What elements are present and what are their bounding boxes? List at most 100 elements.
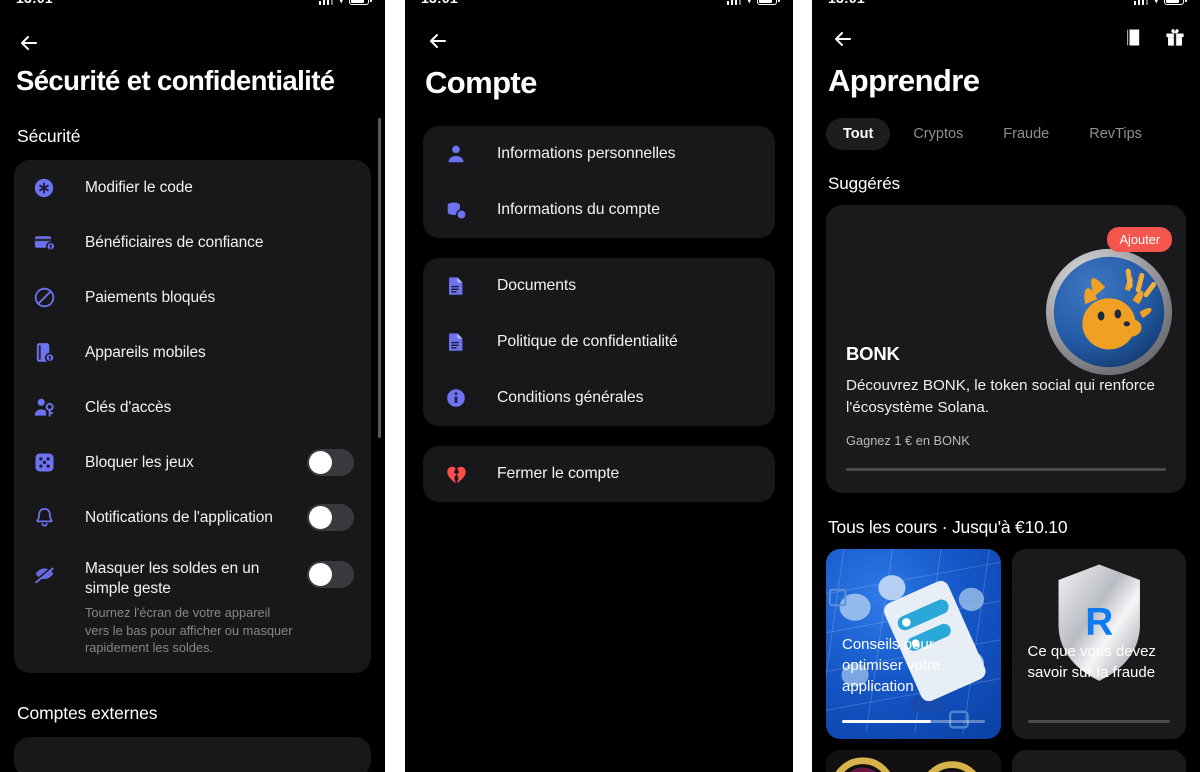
- external-accounts-card[interactable]: [14, 736, 371, 772]
- course-title: Ce que vous devez savoir sur la fraude: [1027, 643, 1156, 681]
- row-sublabel: Tournez l'écran de votre appareil vers l…: [85, 605, 293, 655]
- security-privacy-screen: 13:01 ▾ Sécurité et confidentialité Sécu…: [0, 0, 385, 772]
- row-label: Informations du compte: [497, 201, 660, 218]
- row-label: Politique de confidentialité: [497, 333, 678, 350]
- person-icon: [443, 141, 469, 167]
- promo-description: Découvrez BONK, le token social qui renf…: [846, 377, 1155, 416]
- course-card-fraude[interactable]: R Ce que vous devez savoir sur la fraude: [1011, 549, 1186, 739]
- row-label: Modifier le code: [85, 178, 193, 196]
- status-time: 13:01: [16, 0, 53, 5]
- scrollbar[interactable]: [378, 118, 381, 438]
- row-label: Informations personnelles: [497, 145, 676, 162]
- row-fermer-le-compte[interactable]: Fermer le compte: [423, 446, 775, 502]
- row-documents[interactable]: Documents: [423, 258, 775, 314]
- asterisk-circle-icon: [31, 175, 57, 201]
- row-masquer-les-soldes[interactable]: Masquer les soldes en un simple geste To…: [14, 545, 371, 673]
- row-label: Paiements bloqués: [85, 288, 216, 306]
- coins-icon: [443, 197, 469, 223]
- row-modifier-le-code[interactable]: Modifier le code: [14, 160, 371, 215]
- row-label: Masquer les soldes en un simple geste: [85, 560, 260, 597]
- status-bar: 13:01 ▾: [0, 0, 385, 12]
- page-title: Sécurité et confidentialité: [16, 65, 335, 96]
- wifi-icon: ▾: [1153, 0, 1159, 5]
- section-label-external-accounts: Comptes externes: [17, 702, 158, 723]
- person-key-icon: [31, 395, 57, 421]
- row-paiements-bloques[interactable]: Paiements bloqués: [14, 270, 371, 325]
- row-label: Notifications de l'application: [85, 508, 273, 526]
- course-card-optimiser-application[interactable]: Conseils pour optimiser votre applicatio…: [826, 549, 1001, 739]
- three-phone-screenshots: 13:01 ▾ Sécurité et confidentialité Sécu…: [0, 0, 1200, 772]
- add-button[interactable]: Ajouter: [1107, 227, 1172, 252]
- row-informations-du-compte[interactable]: Informations du compte: [423, 182, 775, 238]
- wifi-icon: ▾: [746, 0, 752, 5]
- status-time: 13:01: [421, 0, 458, 5]
- tab-revtips[interactable]: RevTips: [1072, 118, 1159, 150]
- course-card-partial-right[interactable]: [1011, 750, 1186, 772]
- courses-grid: Conseils pour optimiser votre applicatio…: [812, 549, 1200, 739]
- signal-icon: [1133, 0, 1149, 5]
- eye-off-icon: [31, 560, 57, 586]
- battery-icon: [757, 0, 780, 5]
- wifi-icon: ▾: [338, 0, 344, 5]
- account-screen: 13:01 ▾ Compte: [405, 0, 793, 772]
- course-progress-bar: [1027, 719, 1170, 723]
- panel-divider: [385, 0, 405, 772]
- gift-icon: [1166, 29, 1184, 46]
- document-icon: [443, 329, 469, 355]
- row-label: Conditions générales: [497, 389, 644, 406]
- back-button[interactable]: [423, 26, 453, 56]
- status-bar: 13:01 ▾: [812, 0, 1200, 12]
- gift-button[interactable]: [1164, 26, 1186, 48]
- promo-title: BONK: [846, 343, 900, 364]
- course-progress-bar: [842, 719, 985, 723]
- toggle-notifications-application[interactable]: [307, 504, 354, 531]
- tab-fraude[interactable]: Fraude: [986, 118, 1066, 150]
- promo-earn-text: Gagnez 1 € en BONK: [846, 433, 970, 448]
- battery-icon: [1164, 0, 1187, 5]
- status-bar: 13:01 ▾: [405, 0, 793, 12]
- blocked-icon: [31, 285, 57, 311]
- tab-cryptos[interactable]: Cryptos: [896, 118, 980, 150]
- bell-icon: [31, 505, 57, 531]
- suggested-label: Suggérés: [828, 174, 900, 193]
- info-circle-icon: [443, 385, 469, 411]
- row-conditions-generales[interactable]: Conditions générales: [423, 370, 775, 426]
- panel-divider: [793, 0, 812, 772]
- course-title: Conseils pour optimiser votre applicatio…: [842, 636, 941, 695]
- tab-tout[interactable]: Tout: [826, 118, 891, 150]
- section-label-security: Sécurité: [17, 126, 81, 146]
- mobile-device-icon: [31, 340, 57, 366]
- row-notifications-application[interactable]: Notifications de l'application: [14, 490, 371, 545]
- book-button[interactable]: [1123, 27, 1144, 48]
- toggle-masquer-les-soldes[interactable]: [307, 561, 354, 588]
- bonk-coin-icon: [1045, 248, 1173, 376]
- back-button[interactable]: [14, 28, 44, 58]
- row-informations-personnelles[interactable]: Informations personnelles: [423, 126, 775, 182]
- back-button[interactable]: [828, 24, 858, 54]
- promo-progress-bar: [846, 468, 1166, 471]
- row-label: Bloquer les jeux: [85, 453, 194, 471]
- row-appareils-mobiles[interactable]: Appareils mobiles: [14, 325, 371, 380]
- close-account-card: Fermer le compte: [423, 446, 775, 502]
- row-label: Clés d'accès: [85, 398, 172, 416]
- document-icon: [443, 273, 469, 299]
- back-arrow-icon: [21, 36, 37, 50]
- security-settings-card: Modifier le code Bénéficiaires de confia…: [14, 160, 371, 673]
- row-beneficiaires-de-confiance[interactable]: Bénéficiaires de confiance: [14, 215, 371, 270]
- back-arrow-icon: [835, 32, 851, 46]
- course-card-partial-left[interactable]: [826, 750, 1001, 772]
- toggle-bloquer-les-jeux[interactable]: [307, 449, 354, 476]
- row-cles-dacces[interactable]: Clés d'accès: [14, 380, 371, 435]
- card-key-icon: [31, 230, 57, 256]
- courses-grid-partial: [812, 750, 1200, 772]
- row-politique-de-confidentialite[interactable]: Politique de confidentialité: [423, 314, 775, 370]
- courses-header: Tous les cours · Jusqu'à €10.10: [828, 517, 1068, 537]
- row-label: Fermer le compte: [497, 465, 620, 482]
- status-time: 13:01: [828, 0, 865, 5]
- broken-heart-icon: [443, 461, 469, 487]
- battery-icon: [349, 0, 372, 5]
- legal-documents-card: Documents Politique de confidentialité C…: [423, 258, 775, 426]
- promo-card-bonk[interactable]: Ajouter BONK Découvrez BONK, le token so…: [826, 205, 1186, 493]
- category-tabs: Tout Cryptos Fraude RevTips: [812, 118, 1200, 150]
- row-bloquer-les-jeux[interactable]: Bloquer les jeux: [14, 435, 371, 490]
